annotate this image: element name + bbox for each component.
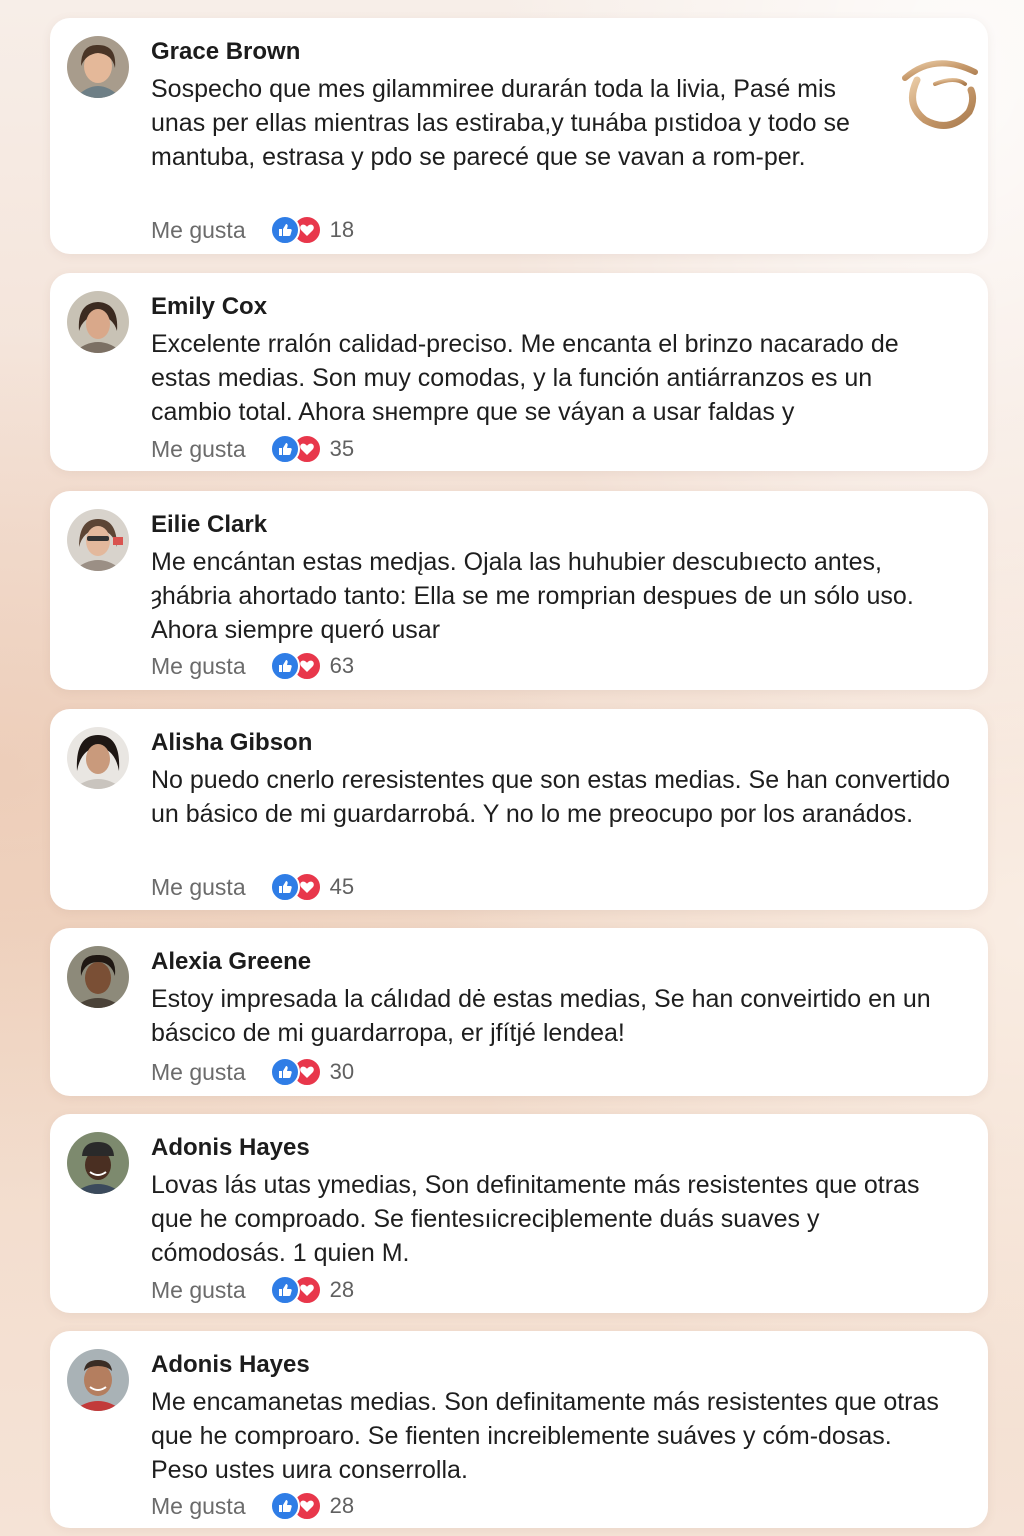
avatar[interactable] [67, 509, 129, 571]
comment-card: Grace Brown Sospecho que mes gilammiree … [50, 18, 988, 254]
comment-card: Adonis Hayes Lovas lás utas ymedias, Son… [50, 1114, 988, 1313]
comment-text: Sospecho que mes gilammiree durarán toda… [151, 75, 850, 171]
comment-author[interactable]: Eilie Clark [151, 511, 267, 539]
comment-actions: Me gusta 45 [151, 872, 354, 902]
comment-author[interactable]: Adonis Hayes [151, 1134, 310, 1162]
like-button[interactable]: Me gusta [151, 874, 246, 901]
comment-card: Emily Cox Excelente rralón calidad-preci… [50, 273, 988, 471]
reaction-summary[interactable]: 30 [269, 1057, 355, 1087]
comment-text: No puedo cnerlo ɾeresistentes que son es… [151, 766, 951, 828]
comment-author[interactable]: Emily Cox [151, 293, 267, 321]
comment-text: Me encamanetas medias. Son definitamente… [151, 1388, 939, 1484]
comment-text: Estoy impresada la cálıdad dė estas medi… [151, 985, 931, 1047]
comment-author[interactable]: Alexia Greene [151, 948, 311, 976]
reaction-summary[interactable]: 28 [269, 1275, 355, 1305]
reaction-summary[interactable]: 28 [269, 1491, 355, 1521]
comment-actions: Me gusta 35 [151, 434, 354, 464]
reaction-count: 18 [329, 217, 355, 242]
comment-author[interactable]: Adonis Hayes [151, 1351, 310, 1379]
reaction-count: 45 [329, 874, 355, 899]
reaction-count: 28 [329, 1493, 355, 1518]
thumbs-up-icon [269, 872, 300, 902]
comment-author[interactable]: Alisha Gibson [151, 729, 312, 757]
comment-card: Eilie Clark Me encántan estas medįas. Oj… [50, 491, 988, 690]
comment-actions: Me gusta 18 [151, 215, 354, 245]
avatar[interactable] [67, 1132, 129, 1194]
like-button[interactable]: Me gusta [151, 1493, 246, 1520]
reaction-count: 28 [329, 1277, 355, 1302]
thumbs-up-icon [269, 1057, 300, 1087]
reaction-summary[interactable]: 63 [269, 651, 355, 681]
reaction-count: 35 [329, 436, 355, 461]
comment-actions: Me gusta 28 [151, 1491, 354, 1521]
avatar[interactable] [67, 727, 129, 789]
comment-actions: Me gusta 63 [151, 651, 354, 681]
like-button[interactable]: Me gusta [151, 1277, 246, 1304]
avatar[interactable] [67, 1349, 129, 1411]
avatar[interactable] [67, 36, 129, 98]
comment-card: Adonis Hayes Me encamanetas medias. Son … [50, 1331, 988, 1528]
reaction-summary[interactable]: 45 [269, 872, 355, 902]
gold-swirl-logo-icon [895, 50, 985, 135]
avatar[interactable] [67, 946, 129, 1008]
reaction-count: 30 [329, 1059, 355, 1084]
reaction-summary[interactable]: 35 [269, 434, 355, 464]
thumbs-up-icon [269, 1491, 300, 1521]
comment-card: Alisha Gibson No puedo cnerlo ɾeresisten… [50, 709, 988, 910]
avatar[interactable] [67, 291, 129, 353]
comment-text: Excelente rralón calidad-preciso. Me enc… [151, 330, 899, 426]
reaction-summary[interactable]: 18 [269, 215, 355, 245]
thumbs-up-icon [269, 1275, 300, 1305]
comment-text: Me encántan estas medįas. Ojala las huhu… [151, 548, 914, 644]
comment-text: Lovas lás utas ymedias, Son definitament… [151, 1171, 920, 1267]
comment-actions: Me gusta 28 [151, 1275, 354, 1305]
thumbs-up-icon [269, 651, 300, 681]
like-button[interactable]: Me gusta [151, 653, 246, 680]
comment-actions: Me gusta 30 [151, 1057, 354, 1087]
like-button[interactable]: Me gusta [151, 436, 246, 463]
reaction-count: 63 [329, 653, 355, 678]
thumbs-up-icon [269, 215, 300, 245]
thumbs-up-icon [269, 434, 300, 464]
comment-card: Alexia Greene Estoy impresada la cálıdad… [50, 928, 988, 1096]
like-button[interactable]: Me gusta [151, 1059, 246, 1086]
comment-author[interactable]: Grace Brown [151, 38, 300, 66]
like-button[interactable]: Me gusta [151, 217, 246, 244]
